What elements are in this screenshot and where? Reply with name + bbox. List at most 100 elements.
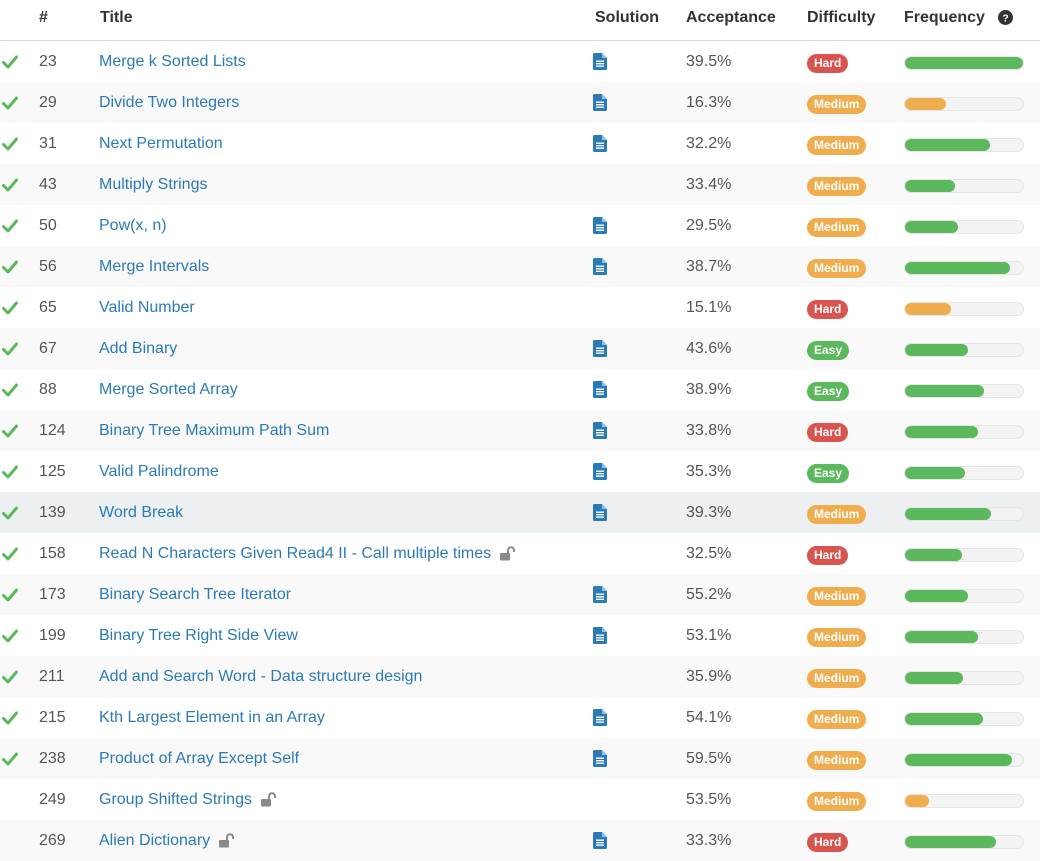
col-solution-header[interactable]: Solution <box>595 9 659 27</box>
col-frequency-header[interactable]: Frequency ? <box>904 9 1014 27</box>
check-icon <box>2 55 18 69</box>
solution-doc-icon[interactable] <box>593 709 607 726</box>
problem-number: 67 <box>39 339 57 357</box>
solution-cell <box>593 205 607 246</box>
col-acceptance-header[interactable]: Acceptance <box>686 9 776 27</box>
table-row[interactable]: 124 Binary Tree Maximum Path Sum 33.8% Hard <box>0 410 1040 451</box>
difficulty-badge: Medium <box>807 669 867 688</box>
frequency-bar <box>904 96 1024 111</box>
solution-doc-icon[interactable] <box>593 135 607 152</box>
solution-doc-icon[interactable] <box>593 750 607 767</box>
problem-title-link[interactable]: Pow(x, n) <box>99 217 167 235</box>
table-row[interactable]: 249 Group Shifted Strings 53.5% Medium <box>0 779 1040 820</box>
solution-doc-icon[interactable] <box>593 258 607 275</box>
solution-doc-icon[interactable] <box>593 94 607 111</box>
table-row[interactable]: 173 Binary Search Tree Iterator 55.2% Mediu… <box>0 574 1040 615</box>
problem-title-link[interactable]: Merge Intervals <box>99 258 209 276</box>
problem-title-link[interactable]: Add and Search Word - Data structure des… <box>99 668 422 686</box>
table-row[interactable]: 65 Valid Number 15.1% Hard <box>0 287 1040 328</box>
solution-doc-icon[interactable] <box>593 217 607 234</box>
problem-title-link[interactable]: Kth Largest Element in an Array <box>99 709 325 727</box>
frequency-bar <box>904 260 1024 275</box>
solution-doc-icon[interactable] <box>593 53 607 70</box>
solution-doc-icon[interactable] <box>593 586 607 603</box>
problem-title-link[interactable]: Multiply Strings <box>99 176 207 194</box>
table-row[interactable]: 211 Add and Search Word - Data structure … <box>0 656 1040 697</box>
problem-title-link[interactable]: Binary Tree Maximum Path Sum <box>99 422 329 440</box>
difficulty-cell: Hard <box>807 533 849 574</box>
problem-title-link[interactable]: Merge Sorted Array <box>99 381 238 399</box>
difficulty-cell: Medium <box>807 82 867 123</box>
solution-doc-icon[interactable] <box>593 381 607 398</box>
table-row[interactable]: 215 Kth Largest Element in an Array 54.1% M… <box>0 697 1040 738</box>
table-row[interactable]: 50 Pow(x, n) 29.5% Medium <box>0 205 1040 246</box>
table-row[interactable]: 29 Divide Two Integers 16.3% Medium <box>0 82 1040 123</box>
col-num-header[interactable]: # <box>39 9 48 27</box>
solution-cell <box>593 574 607 615</box>
solution-cell <box>593 82 607 123</box>
frequency-bar-fill <box>905 179 955 192</box>
problem-title-link[interactable]: Divide Two Integers <box>99 94 239 112</box>
table-row[interactable]: 67 Add Binary 43.6% Easy <box>0 328 1040 369</box>
acceptance-rate: 35.9% <box>686 667 732 685</box>
difficulty-badge: Easy <box>807 382 850 401</box>
solution-doc-icon[interactable] <box>593 422 607 439</box>
solution-doc-icon[interactable] <box>593 340 607 357</box>
frequency-cell <box>904 287 1024 328</box>
problem-title-link[interactable]: Valid Number <box>99 299 195 317</box>
check-icon <box>2 219 18 233</box>
difficulty-cell: Medium <box>807 123 867 164</box>
problem-title-link[interactable]: Next Permutation <box>99 135 223 153</box>
status-cell <box>0 410 20 451</box>
difficulty-badge: Medium <box>807 792 867 811</box>
col-title-header[interactable]: Title <box>100 9 133 27</box>
table-row[interactable]: 31 Next Permutation 32.2% Medium <box>0 123 1040 164</box>
frequency-cell <box>904 82 1024 123</box>
problem-title-link[interactable]: Add Binary <box>99 340 177 358</box>
problem-title-link[interactable]: Binary Search Tree Iterator <box>99 586 291 604</box>
frequency-bar-fill <box>905 630 979 643</box>
difficulty-badge: Medium <box>807 218 867 237</box>
table-body: 23 Merge k Sorted Lists 39.5% Hard 29 Divide … <box>0 41 1040 861</box>
table-row[interactable]: 23 Merge k Sorted Lists 39.5% Hard <box>0 41 1040 82</box>
solution-doc-icon[interactable] <box>593 504 607 521</box>
problem-number: 23 <box>39 52 57 70</box>
solution-doc-icon[interactable] <box>593 627 607 644</box>
problem-title-link[interactable]: Merge k Sorted Lists <box>99 53 246 71</box>
solution-doc-icon[interactable] <box>593 463 607 480</box>
table-row[interactable]: 269 Alien Dictionary 33.3% Hard <box>0 820 1040 861</box>
table-row[interactable]: 125 Valid Palindrome 35.3% Easy <box>0 451 1040 492</box>
table-row[interactable]: 56 Merge Intervals 38.7% Medium <box>0 246 1040 287</box>
table-row[interactable]: 43 Multiply Strings 33.4% Medium <box>0 164 1040 205</box>
table-row[interactable]: 199 Binary Tree Right Side View 53.1% Mediu… <box>0 615 1040 656</box>
table-row[interactable]: 158 Read N Characters Given Read4 II - Ca… <box>0 533 1040 574</box>
title-cell: Kth Largest Element in an Array <box>99 697 325 738</box>
frequency-bar <box>904 752 1024 767</box>
table-row[interactable]: 139 Word Break 39.3% Medium <box>0 492 1040 533</box>
problem-title-link[interactable]: Group Shifted Strings <box>99 791 252 809</box>
table-row[interactable]: 88 Merge Sorted Array 38.9% Easy <box>0 369 1040 410</box>
frequency-bar-fill <box>905 466 966 479</box>
problem-title-link[interactable]: Valid Palindrome <box>99 463 219 481</box>
problem-title-link[interactable]: Word Break <box>99 504 183 522</box>
problem-title-link[interactable]: Product of Array Except Self <box>99 750 299 768</box>
difficulty-badge: Medium <box>807 95 867 114</box>
title-cell: Word Break <box>99 492 183 533</box>
frequency-bar-fill <box>905 589 968 602</box>
col-difficulty-header[interactable]: Difficulty <box>807 9 875 27</box>
problem-title-link[interactable]: Binary Tree Right Side View <box>99 627 298 645</box>
acceptance-rate: 33.3% <box>686 831 732 849</box>
problem-title-link[interactable]: Alien Dictionary <box>99 832 210 850</box>
frequency-cell <box>904 656 1024 697</box>
table-row[interactable]: 238 Product of Array Except Self 59.5% Medi… <box>0 738 1040 779</box>
title-cell: Next Permutation <box>99 123 223 164</box>
title-cell: Add and Search Word - Data structure des… <box>99 656 422 697</box>
solution-doc-icon[interactable] <box>593 832 607 849</box>
title-cell: Valid Palindrome <box>99 451 219 492</box>
question-circle-icon[interactable]: ? <box>998 10 1014 26</box>
acceptance-rate: 38.7% <box>686 257 732 275</box>
problem-title-link[interactable]: Read N Characters Given Read4 II - Call … <box>99 545 491 563</box>
acceptance-rate: 16.3% <box>686 93 732 111</box>
problem-number: 88 <box>39 380 57 398</box>
difficulty-cell: Medium <box>807 574 867 615</box>
